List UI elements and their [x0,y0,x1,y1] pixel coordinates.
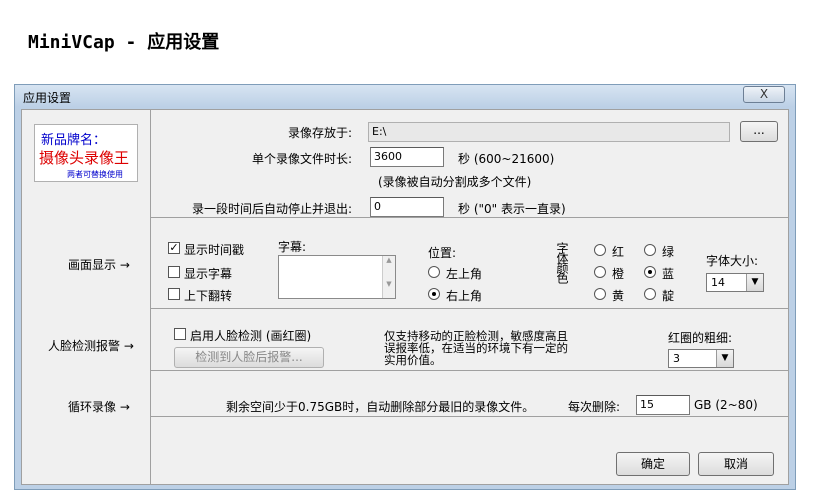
autostop-unit: 秒 ("0" 表示一直录) [458,202,566,216]
position-top-left-label: 左上角 [446,267,483,281]
ok-button[interactable]: 确定 [616,452,690,476]
section-loop-label: 循环录像 → [68,400,130,414]
title-bar[interactable]: 应用设置 X [15,85,795,107]
face-detect-label: 启用人脸检测 (画红圈) [190,329,312,343]
chevron-down-icon[interactable]: ▼ [716,350,733,367]
color-yellow-label: 黄 [612,289,625,303]
page-heading: MiniVCap - 应用设置 [28,32,220,53]
divider-loop [150,416,789,417]
split-note: (录像被自动分割成多个文件) [378,175,532,189]
color-indigo-label: 靛 [662,289,675,303]
loop-description: 剩余空间少于0.75GB时，自动删除部分最旧的录像文件。 [226,400,535,414]
close-button[interactable]: X [743,86,785,103]
save-location-label: 录像存放于: [288,126,353,140]
color-orange-radio[interactable] [594,266,606,278]
face-note: 仅支持移动的正脸检测，敏感度高且误报率低，在适当的环境下有一定的实用价值。 [384,329,568,367]
color-yellow-radio[interactable] [594,288,606,300]
font-color-label: 字体颜色 [555,242,569,282]
section-face-label: 人脸检测报警 → [48,339,134,353]
brand-box: 新品牌名： 摄像头录像王 两者可替换使用 [34,124,138,182]
thickness-label: 红圈的粗细: [668,331,733,345]
color-green-label: 绿 [662,245,675,259]
brand-line3: 两者可替换使用 [67,170,123,179]
show-subtitle-checkbox[interactable] [168,266,180,278]
browse-button[interactable]: ... [740,121,778,142]
divider-recording [150,217,789,218]
position-top-right-label: 右上角 [446,289,483,303]
dialog-client-area: 新品牌名： 摄像头录像王 两者可替换使用 录像存放于: E:\ ... 单个录像… [21,109,789,485]
cancel-button[interactable]: 取消 [698,452,774,476]
subtitle-label: 字幕: [278,240,307,254]
font-size-value: 14 [711,276,725,289]
flip-checkbox[interactable] [168,288,180,300]
show-subtitle-label: 显示字幕 [184,267,233,281]
color-red-radio[interactable] [594,244,606,256]
color-orange-label: 橙 [612,267,625,281]
thickness-value: 3 [673,352,680,365]
subtitle-textarea[interactable]: ▲ ▼ [278,255,396,299]
show-timestamp-checkbox[interactable]: ✓ [168,242,180,254]
brand-line2: 摄像头录像王 [39,149,130,167]
show-timestamp-label: 显示时间戳 [184,243,245,257]
subtitle-scrollbar[interactable]: ▲ ▼ [382,256,395,298]
face-detect-checkbox[interactable] [174,328,186,340]
duration-input[interactable]: 3600 [370,147,444,167]
delete-unit: GB (2~80) [694,398,758,412]
autostop-label: 录一段时间后自动停止并退出: [192,202,353,216]
delete-amount-input[interactable]: 15 [636,395,690,415]
font-size-label: 字体大小: [706,254,759,268]
left-column-divider [150,110,151,484]
face-alarm-button[interactable]: 检测到人脸后报警... [174,347,324,368]
duration-unit: 秒 (600~21600) [458,152,555,166]
divider-face [150,370,789,371]
section-display-label: 画面显示 → [68,258,130,272]
position-top-left-radio[interactable] [428,266,440,278]
position-top-right-radio[interactable] [428,288,440,300]
color-blue-radio[interactable] [644,266,656,278]
color-red-label: 红 [612,245,625,259]
delete-label: 每次删除: [568,400,621,414]
color-blue-label: 蓝 [662,267,675,281]
color-green-radio[interactable] [644,244,656,256]
position-label: 位置: [428,246,457,260]
font-size-select[interactable]: 14 ▼ [706,273,764,292]
save-path-field[interactable]: E:\ [368,122,730,142]
autostop-input[interactable]: 0 [370,197,444,217]
settings-dialog: 应用设置 X 新品牌名： 摄像头录像王 两者可替换使用 录像存放于: E:\ .… [14,84,796,490]
flip-label: 上下翻转 [184,289,233,303]
brand-line1: 新品牌名： [41,133,107,148]
divider-display [150,308,789,309]
color-indigo-radio[interactable] [644,288,656,300]
thickness-select[interactable]: 3 ▼ [668,349,734,368]
duration-label: 单个录像文件时长: [252,152,353,166]
dialog-title: 应用设置 [23,91,72,105]
chevron-down-icon[interactable]: ▼ [746,274,763,291]
